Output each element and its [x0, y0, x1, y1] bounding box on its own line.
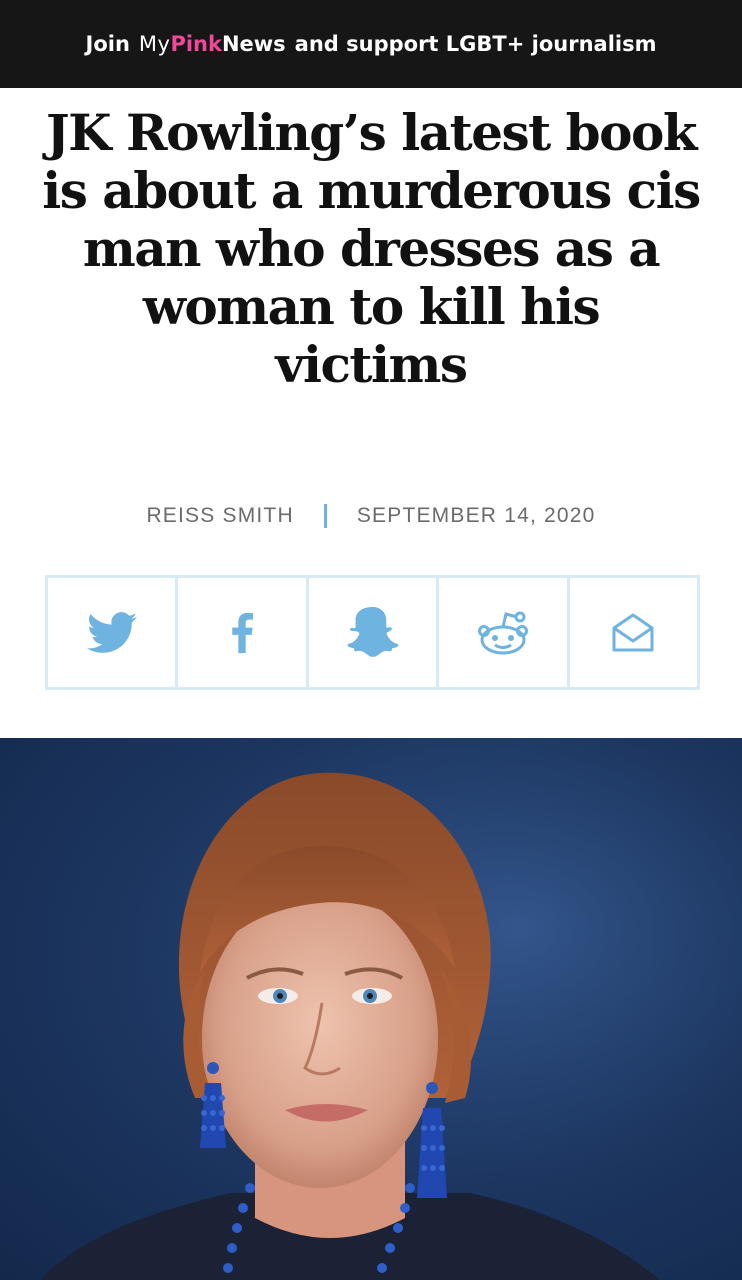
logo-my: My	[138, 32, 171, 56]
author-name[interactable]: REISS SMITH	[146, 504, 293, 528]
share-email-button[interactable]	[566, 575, 701, 690]
reddit-icon	[477, 610, 529, 656]
facebook-icon	[231, 612, 254, 654]
byline-divider	[323, 504, 327, 528]
join-banner[interactable]: Join My Pink News and support LGBT+ journa…	[0, 0, 742, 88]
publish-date: SEPTEMBER 14, 2020	[356, 504, 596, 527]
hero-photo	[0, 738, 742, 1280]
mypinknews-logo: My Pink News	[139, 32, 286, 56]
logo-news: News	[221, 32, 286, 56]
logo-pink: Pink	[170, 32, 222, 56]
email-icon	[611, 612, 655, 654]
share-bar	[45, 575, 701, 690]
banner-join-text: Join	[85, 32, 130, 56]
byline: REISS SMITH SEPTEMBER 14, 2020	[0, 500, 742, 532]
twitter-icon	[86, 611, 137, 654]
snapchat-icon	[346, 606, 400, 659]
share-reddit-button[interactable]	[436, 575, 570, 690]
share-facebook-button[interactable]	[175, 575, 309, 690]
portrait-illustration	[0, 738, 742, 1280]
banner-support-text: and support LGBT+ journalism	[294, 32, 657, 56]
share-snapchat-button[interactable]	[305, 575, 440, 690]
share-twitter-button[interactable]	[45, 575, 179, 690]
article-headline: JK Rowling’s latest book is about a murd…	[42, 103, 701, 394]
